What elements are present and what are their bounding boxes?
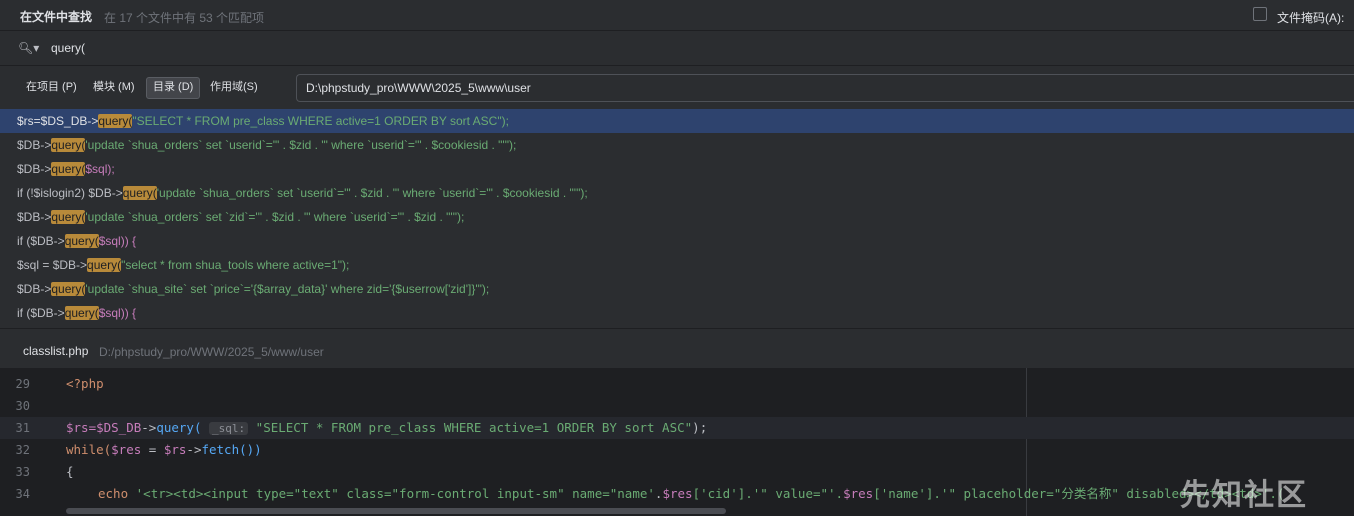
tab-directory[interactable]: 目录 (D) [146,77,201,99]
code-line: 31 $rs=$DS_DB->query( _sql: "SELECT * FR… [0,417,1354,439]
find-in-files-header: 在文件中查找 在 17 个文件中有 53 个匹配项 文件掩码(A): [0,0,1354,31]
tab-module[interactable]: 模块 (M) [87,77,141,97]
line-number: 30 [15,399,30,413]
match-summary: 在 17 个文件中有 53 个匹配项 [104,11,265,25]
horizontal-scrollbar[interactable] [66,508,726,514]
parameter-hint: _sql: [209,422,249,435]
directory-value: D:\phpstudy_pro\WWW\2025_5\www\user [306,81,531,95]
code-line: 34 echo '<tr><td><input type="text" clas… [0,483,1354,505]
tab-scope[interactable]: 作用域(S) [204,77,264,97]
code-preview[interactable]: 29 <?php 30 31 $rs=$DS_DB->query( _sql: … [0,368,1354,516]
file-mask-checkbox[interactable] [1253,7,1267,21]
result-row[interactable]: $DB->query($sql); [0,157,1354,181]
code-line: 32 while($res = $rs->fetch()) [0,439,1354,461]
line-number: 32 [15,443,30,457]
result-row[interactable]: $DB->query('update `shua_orders` set `us… [0,133,1354,157]
search-icon[interactable]: 🔍︎▾ [18,41,39,55]
line-number: 29 [15,377,30,391]
result-row[interactable]: $rs=$DS_DB->query("SELECT * FROM pre_cla… [0,109,1354,133]
preview-file-path: D:/phpstudy_pro/WWW/2025_5/www/user [99,345,324,359]
directory-field[interactable]: D:\phpstudy_pro\WWW\2025_5\www\user [296,74,1354,102]
search-bar: 🔍︎▾ query( [0,31,1354,66]
file-mask-label[interactable]: 文件掩码(A): [1277,9,1344,26]
line-number: 34 [15,487,30,501]
code-line: 30 [0,395,1354,417]
result-row[interactable]: if ($DB->query($sql)) { [0,301,1354,325]
code-text: while($res = $rs->fetch()) [66,442,262,457]
code-text: $rs=$DS_DB->query( _sql: "SELECT * FROM … [66,420,708,435]
result-row[interactable]: if ($DB->query($sql)) { [0,229,1354,253]
preview-file-bar: classlist.php D:/phpstudy_pro/WWW/2025_5… [0,328,1354,369]
code-text: echo '<tr><td><input type="text" class="… [98,486,1285,501]
result-row[interactable]: $DB->query('update `shua_site` set `pric… [0,277,1354,301]
preview-file-name: classlist.php [23,344,89,358]
results-list: $rs=$DS_DB->query("SELECT * FROM pre_cla… [0,109,1354,328]
scope-bar: 在项目 (P) 模块 (M) 目录 (D) 作用域(S) D:\phpstudy… [0,66,1354,110]
result-row[interactable]: if (!$islogin2) $DB->query('update `shua… [0,181,1354,205]
result-row[interactable]: $sql = $DB->query("select * from shua_to… [0,253,1354,277]
code-line: 29 <?php [0,373,1354,395]
search-input[interactable]: query( [51,41,85,55]
watermark: 先知社区 [1180,478,1308,513]
line-number: 33 [15,465,30,479]
code-text: { [66,464,74,479]
line-number: 31 [15,421,30,435]
tab-project[interactable]: 在项目 (P) [20,77,83,97]
code-text: <?php [66,376,104,391]
code-line: 33 { [0,461,1354,483]
result-row[interactable]: $DB->query('update `shua_orders` set `zi… [0,205,1354,229]
dialog-title: 在文件中查找 [20,10,93,24]
